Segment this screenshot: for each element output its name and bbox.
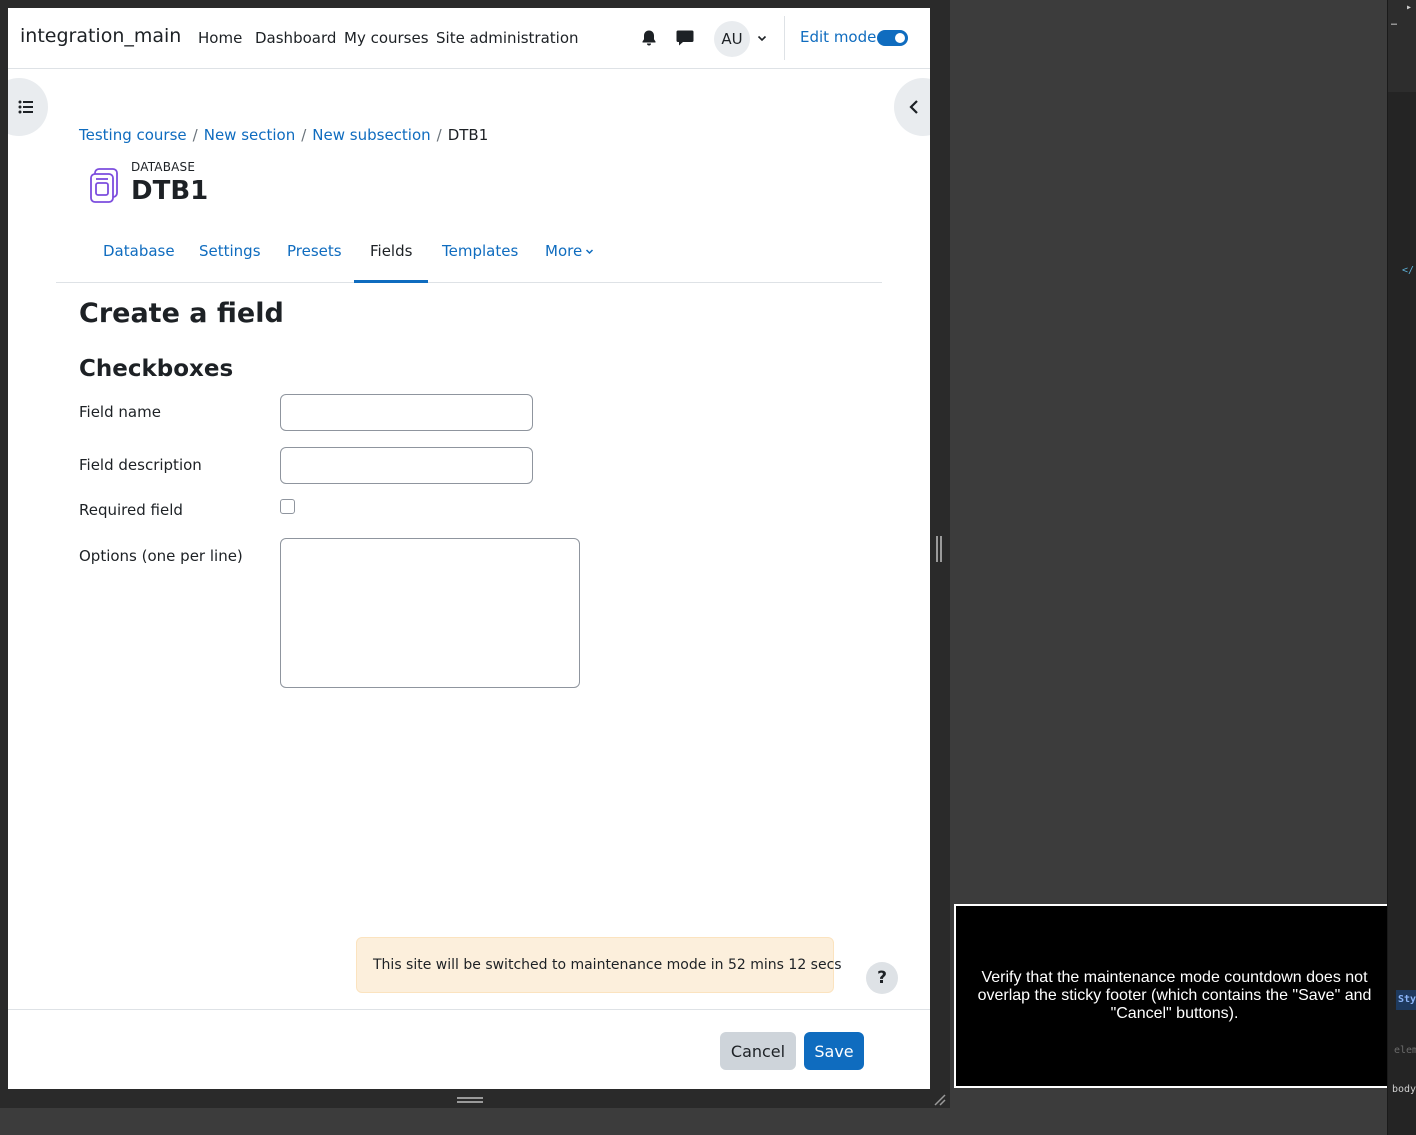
devtools-filter-input[interactable]: elem [1394,1045,1416,1056]
bottom-resize-handle[interactable] [457,1097,483,1103]
breadcrumb-separator: / [301,126,307,144]
nav-link-site-administration[interactable]: Site administration [436,29,579,47]
nav-link-my-courses[interactable]: My courses [344,29,429,47]
toggle-knob [895,33,905,43]
page-heading: Create a field [79,298,284,329]
help-button[interactable]: ? [866,962,898,994]
nav-link-dashboard[interactable]: Dashboard [255,29,336,47]
breadcrumb-current: DTB1 [447,126,489,144]
secondary-navigation-tabs: Database Settings Presets Fields Templat… [56,236,882,283]
devtools-close-tag: </ [1402,265,1415,276]
tab-settings[interactable]: Settings [183,236,277,283]
instruction-overlay: Verify that the maintenance mode countdo… [954,904,1395,1088]
chevron-down-icon[interactable] [756,32,768,44]
devtools-panel: ▸ … </ Sty elem body [1387,0,1416,1135]
nav-link-home[interactable]: Home [198,29,242,47]
devtools-toolbar [1388,0,1416,92]
tab-fields[interactable]: Fields [354,236,429,283]
user-avatar[interactable]: AU [714,21,750,57]
devtools-tab-styles[interactable]: Sty [1396,990,1416,1010]
tab-templates[interactable]: Templates [426,236,534,283]
breadcrumb-item-new-subsection[interactable]: New subsection [312,126,430,144]
site-name-link[interactable]: integration_main [20,25,181,47]
save-button[interactable]: Save [804,1032,864,1070]
breadcrumb-separator: / [436,126,442,144]
field-type-heading: Checkboxes [79,356,234,382]
field-description-input[interactable] [280,447,533,484]
tab-more[interactable]: More [529,236,610,283]
edit-mode-toggle[interactable] [877,30,908,46]
tab-more-label: More [545,242,583,260]
notification-bell-icon[interactable] [640,29,658,47]
side-resize-grip[interactable] [936,536,942,562]
maintenance-countdown-alert: This site will be switched to maintenanc… [356,937,842,993]
cancel-button[interactable]: Cancel [720,1032,796,1070]
edit-mode-label[interactable]: Edit mode [800,28,876,46]
required-field-label: Required field [79,501,183,519]
database-activity-icon [90,168,118,203]
devtools-more-icon[interactable]: … [1391,17,1397,28]
chevron-down-icon [586,249,594,255]
messaging-chat-icon[interactable] [675,29,695,47]
chevron-left-icon [909,100,918,114]
field-name-label: Field name [79,403,161,421]
top-navbar: integration_main Home Dashboard My cours… [8,8,930,69]
devtools-body-tag: body [1392,1084,1416,1095]
activity-title: DTB1 [131,176,209,206]
devtools-expand-icon[interactable]: ▸ [1406,2,1412,13]
open-block-drawer-button[interactable] [894,78,930,136]
device-frame: integration_main Home Dashboard My cours… [0,0,950,1108]
tab-database[interactable]: Database [87,236,191,283]
options-textarea[interactable] [280,538,580,688]
list-icon [18,100,33,114]
breadcrumb-item-testing-course[interactable]: Testing course [79,126,187,144]
corner-resize-icon[interactable] [932,1092,946,1106]
browser-viewport: integration_main Home Dashboard My cours… [8,8,930,1089]
activity-type-label: DATABASE [131,160,196,174]
open-course-index-button[interactable] [8,78,48,136]
devtools-tab-styles-label: Sty [1398,994,1416,1005]
sticky-footer: Cancel Save [8,1009,930,1089]
field-description-label: Field description [79,456,202,474]
breadcrumb-item-new-section[interactable]: New section [204,126,296,144]
field-name-input[interactable] [280,394,533,431]
options-label: Options (one per line) [79,547,243,565]
required-field-checkbox[interactable] [280,499,295,514]
tab-presets[interactable]: Presets [271,236,358,283]
breadcrumb: Testing course / New section / New subsectio… [79,126,488,144]
breadcrumb-separator: / [192,126,198,144]
navbar-divider [784,16,785,60]
